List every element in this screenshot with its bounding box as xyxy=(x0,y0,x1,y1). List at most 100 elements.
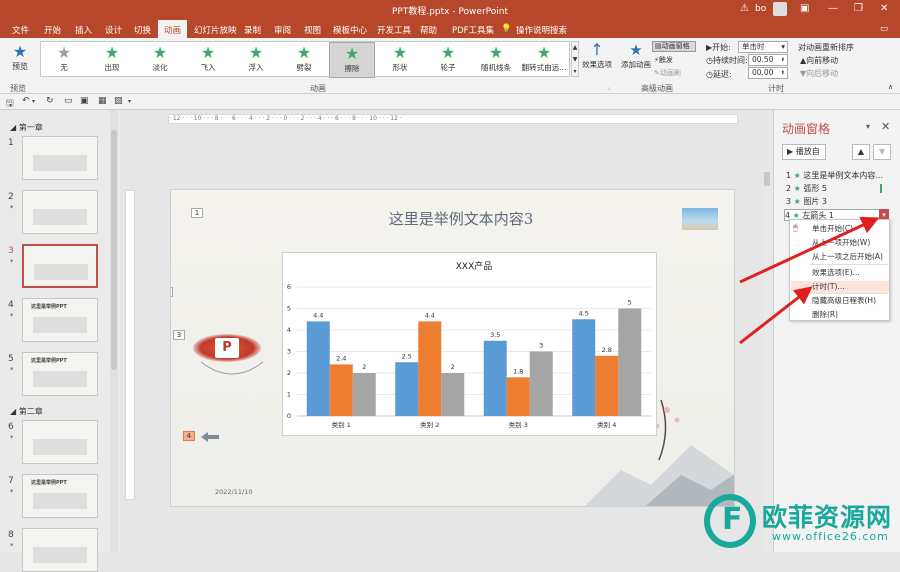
context-menu-item[interactable]: 效果选项(E)... xyxy=(812,267,860,279)
tab-file[interactable]: 文件 xyxy=(12,24,29,36)
animation-pane-button[interactable]: ▤动画窗格 xyxy=(652,41,696,52)
tab-design[interactable]: 设计 xyxy=(105,24,122,36)
slide-thumbnail[interactable]: 这里是举例PPT xyxy=(22,474,98,518)
powerpoint-logo[interactable]: P xyxy=(193,334,261,362)
animation-option[interactable]: ★ 随机线条 xyxy=(473,42,519,78)
section-header[interactable]: ◢ 第一章 xyxy=(10,122,43,133)
toolbar-icon-c[interactable]: ▧ xyxy=(114,96,123,106)
section-header[interactable]: ◢ 第二章 xyxy=(10,406,43,417)
toolbar-icon-a[interactable]: ▣ xyxy=(80,96,89,106)
arc-shape[interactable] xyxy=(197,360,267,380)
ribbon-display-icon[interactable]: ▣ xyxy=(800,3,809,14)
left-arrow-shape[interactable] xyxy=(201,432,219,442)
move-later-button[interactable]: ▼向后移动 xyxy=(800,68,838,79)
close-icon[interactable]: ✕ xyxy=(880,3,888,14)
animation-list-item[interactable]: 3 ★ 图片 3 xyxy=(786,196,827,208)
tab-home[interactable]: 开始 xyxy=(44,24,61,36)
pane-options-icon[interactable]: ▾ xyxy=(866,122,870,131)
dialog-launcher-icon[interactable]: ⌟ xyxy=(607,84,610,91)
tab-view[interactable]: 视图 xyxy=(304,24,321,36)
tab-developer[interactable]: 开发工具 xyxy=(377,24,411,36)
animation-marker[interactable]: 3 xyxy=(173,330,185,340)
animation-option-label: 轮子 xyxy=(440,63,456,72)
animation-option[interactable]: ★ 浮入 xyxy=(233,42,279,78)
context-menu-item[interactable]: 删除(R) xyxy=(812,309,838,321)
add-animation-button[interactable]: ★ 添加动画 xyxy=(620,41,652,70)
landscape-picture[interactable] xyxy=(682,208,718,230)
slide-thumbnail[interactable] xyxy=(22,136,98,180)
tab-review[interactable]: 审阅 xyxy=(274,24,291,36)
slide-title[interactable]: 这里是举例文本内容3 xyxy=(351,208,571,229)
redo-icon[interactable]: ↻ xyxy=(46,96,54,106)
thumbnail-scrollbar[interactable] xyxy=(110,110,118,552)
move-up-button[interactable]: ▲ xyxy=(852,144,870,160)
play-from-button[interactable]: ▶ 播放自 xyxy=(782,144,826,160)
slide-thumbnail[interactable]: 这里是举例PPT xyxy=(22,352,98,396)
animation-list-item[interactable]: 1 ★ 这里是举例文本内容... xyxy=(786,170,883,182)
slide-thumbnail[interactable] xyxy=(22,244,98,288)
close-icon[interactable]: ✕ xyxy=(881,120,890,133)
animation-marker[interactable]: 4 xyxy=(183,431,195,441)
restore-icon[interactable]: ❐ xyxy=(854,3,863,14)
undo-icon[interactable]: ↶ xyxy=(22,96,30,106)
chart-bar xyxy=(395,362,419,416)
toolbar-icon-b[interactable]: ▦ xyxy=(98,96,107,106)
animation-option[interactable]: ★ 飞入 xyxy=(185,42,231,78)
slide-thumbnail[interactable]: 这里是举例PPT xyxy=(22,298,98,342)
context-menu-item[interactable]: 从上一项开始(W) xyxy=(812,237,870,249)
animation-option[interactable]: ★ 淡化 xyxy=(137,42,183,78)
effect-options-button[interactable]: ↑ 效果选项 xyxy=(582,40,612,70)
slide-thumbnail[interactable] xyxy=(22,190,98,234)
animation-painter-button[interactable]: ✎动画刷 xyxy=(654,68,681,78)
trigger-button[interactable]: ⚡触发 xyxy=(654,55,673,65)
animation-marker[interactable]: 2 xyxy=(171,287,173,297)
animation-option[interactable]: ★ 擦除 xyxy=(329,42,375,78)
tab-transitions[interactable]: 切换 xyxy=(134,24,151,36)
comments-icon[interactable]: ▭ xyxy=(880,24,888,34)
slide-thumbnail[interactable] xyxy=(22,528,98,572)
animation-option[interactable]: ★ 形状 xyxy=(377,42,423,78)
tab-insert[interactable]: 插入 xyxy=(75,24,92,36)
animation-option[interactable]: ★ 劈裂 xyxy=(281,42,327,78)
context-menu-item[interactable]: 计时(T)... xyxy=(791,281,889,293)
scrollbar-thumb[interactable] xyxy=(111,130,117,370)
tell-me-search[interactable]: 操作说明搜索 xyxy=(516,24,567,36)
collapse-ribbon-icon[interactable]: ∧ xyxy=(888,83,893,91)
scrollbar-thumb[interactable] xyxy=(764,172,770,186)
animation-list-item[interactable]: 2 ★ 弧形 5 xyxy=(786,183,882,195)
slide-canvas[interactable]: 这里是举例文本内容3 1 2 3 4 P 2022/11/10 XXX产品 0 1 2… xyxy=(170,189,735,507)
tab-animations[interactable]: 动画 xyxy=(158,20,188,38)
preview-button[interactable]: ★ 预览 xyxy=(8,42,32,72)
tab-help[interactable]: 帮助 xyxy=(420,24,437,36)
chart[interactable]: XXX产品 0 1 2 3 4 5 6 4.4 2.4 2 类别 1 2.5 4.4 2 类别 2 3.5 1.8… xyxy=(282,252,657,436)
ribbon-tabs: 文件 开始 插入 设计 切换 动画 幻灯片放映 录制 审阅 视图 模板中心 开发… xyxy=(0,20,900,38)
tab-slideshow[interactable]: 幻灯片放映 xyxy=(194,24,237,36)
chart-bar xyxy=(418,321,442,416)
context-menu-item[interactable]: 从上一项之后开始(A) xyxy=(812,251,883,263)
move-earlier-button[interactable]: ▲向前移动 xyxy=(800,55,838,66)
gallery-scroll[interactable]: ▲ ▼ ▾ xyxy=(571,41,579,77)
delay-input[interactable]: 00.00 ⬍ xyxy=(748,67,788,79)
duration-input[interactable]: 00.50 ⬍ xyxy=(748,54,788,66)
context-menu-item[interactable]: 隐藏高级日程表(H) xyxy=(812,295,876,307)
avatar[interactable] xyxy=(773,2,787,16)
undo-dropdown-icon[interactable]: ▾ xyxy=(32,98,35,105)
tab-pdf-tools[interactable]: PDF工具集 xyxy=(452,24,494,36)
minimize-icon[interactable]: — xyxy=(828,3,838,14)
warning-icon[interactable]: ⚠ xyxy=(740,3,749,14)
start-select[interactable]: 单击时 ▾ xyxy=(738,41,788,53)
tab-template-center[interactable]: 模板中心 xyxy=(333,24,367,36)
customize-toolbar-icon[interactable]: ▾ xyxy=(128,98,131,105)
context-menu-item[interactable]: 单击开始(C) xyxy=(812,223,853,235)
animation-option[interactable]: ★ 出现 xyxy=(89,42,135,78)
tab-record[interactable]: 录制 xyxy=(244,24,261,36)
collapse-icon: ◢ xyxy=(10,407,19,416)
user-name[interactable]: bo xyxy=(755,4,766,14)
animation-option[interactable]: ★ 翻转式由远... xyxy=(521,42,567,78)
start-slideshow-icon[interactable]: ▭ xyxy=(64,96,73,106)
animation-option[interactable]: ★ 轮子 xyxy=(425,42,471,78)
move-down-button[interactable]: ▼ xyxy=(873,144,891,160)
animation-option[interactable]: ★ 无 xyxy=(41,42,87,78)
slide-thumbnail[interactable] xyxy=(22,420,98,464)
animation-marker[interactable]: 1 xyxy=(191,208,203,218)
